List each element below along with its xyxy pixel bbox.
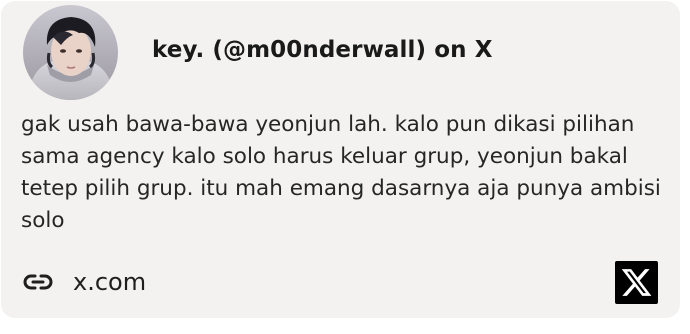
x-logo-icon (615, 260, 658, 304)
embed-title[interactable]: key. (@m00nderwall) on X (152, 37, 493, 63)
link-icon (23, 274, 53, 290)
post-text: gak usah bawa-bawa yeonjun lah. kalo pun… (21, 112, 661, 233)
avatar (23, 5, 118, 100)
domain-label[interactable]: x.com (73, 268, 146, 296)
link-preview-card[interactable]: key. (@m00nderwall) on X gak usah bawa-b… (1, 1, 680, 318)
card-footer: x.com (23, 259, 658, 305)
card-header: key. (@m00nderwall) on X (23, 5, 493, 100)
